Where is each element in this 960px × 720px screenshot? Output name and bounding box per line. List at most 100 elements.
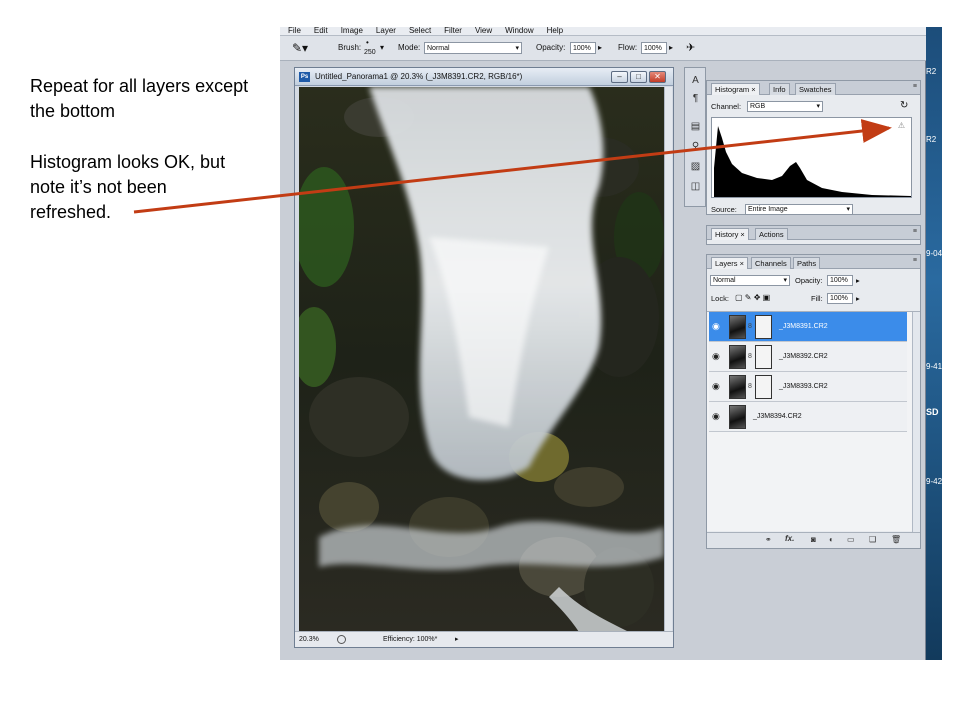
group-icon[interactable]: ▭: [847, 535, 855, 544]
link-icon[interactable]: ⚭: [765, 535, 772, 544]
layer-mask-thumbnail[interactable]: [755, 345, 772, 369]
clone-source-icon[interactable]: ⚲: [688, 140, 703, 154]
panel-menu-icon[interactable]: ≡: [913, 83, 917, 90]
tab-swatches[interactable]: Swatches: [795, 83, 836, 95]
document-title: Untitled_Panorama1 @ 20.3% (_J3M8391.CR2…: [315, 72, 523, 81]
lock-label: Lock:: [711, 294, 729, 303]
slide: Repeat for all layers except the bottom …: [0, 0, 960, 720]
warning-icon[interactable]: ⚠: [898, 121, 905, 130]
channel-label: Channel:: [711, 102, 742, 111]
trash-icon[interactable]: 🗑: [891, 535, 901, 544]
flow-arrow-icon[interactable]: ▸: [669, 43, 673, 52]
fill-arrow-icon[interactable]: ▸: [856, 294, 860, 303]
layer-row-1[interactable]: ◉ 8 _J3M8391.CR2: [709, 312, 907, 342]
layers-menu-icon[interactable]: ≡: [913, 257, 917, 264]
menu-file[interactable]: File: [288, 27, 301, 35]
tab-layers[interactable]: Layers ×: [711, 257, 748, 269]
tab-paths[interactable]: Paths: [793, 257, 821, 269]
flow-input[interactable]: 100%: [641, 42, 667, 54]
fx-icon[interactable]: fx.: [785, 534, 794, 543]
tab-info[interactable]: Info: [769, 83, 790, 95]
zoom-level[interactable]: 20.3%: [299, 632, 319, 647]
desktop-strip: R2 R2 9-04 9-41 SD 9-42: [926, 27, 942, 660]
vertical-scrollbar[interactable]: [664, 87, 672, 632]
lock-icons[interactable]: ▢ ✎ ✥ ▣: [735, 293, 770, 302]
history-menu-icon[interactable]: ≡: [913, 228, 917, 235]
photoshop-window: File Edit Image Layer Select Filter View Window…: [280, 27, 926, 660]
photoshop-doc-icon: Ps: [299, 72, 310, 82]
menu-filter[interactable]: Filter: [444, 27, 462, 35]
status-text: Efficiency: 100%*: [383, 636, 438, 643]
opacity-arrow-icon[interactable]: ▸: [598, 43, 602, 52]
chain-link-icon[interactable]: 8: [748, 323, 752, 330]
brushes-icon[interactable]: ▨: [688, 160, 703, 174]
layer-opacity-arrow-icon[interactable]: ▸: [856, 276, 860, 285]
adjustment-icon[interactable]: ◐: [829, 535, 834, 544]
layer-mask-thumbnail[interactable]: [755, 315, 772, 339]
flow-label: Flow:: [618, 43, 638, 52]
strip-label: SD: [926, 407, 939, 417]
status-info-icon[interactable]: [337, 635, 346, 644]
layer-opacity-input[interactable]: 100%: [827, 275, 853, 286]
menu-view[interactable]: View: [475, 27, 492, 35]
opacity-label: Opacity:: [536, 43, 566, 52]
layer-row-3[interactable]: ◉ 8 _J3M8393.CR2: [709, 372, 907, 402]
channel-select[interactable]: RGB: [747, 101, 823, 112]
status-bar: 20.3% Efficiency: 100%* ▸: [295, 631, 673, 647]
visibility-eye-icon[interactable]: ◉: [712, 411, 720, 422]
maximize-button[interactable]: □: [630, 71, 647, 83]
paragraph-icon[interactable]: ¶: [688, 92, 703, 106]
menu-select[interactable]: Select: [409, 27, 431, 35]
fill-input[interactable]: 100%: [827, 293, 853, 304]
layer-thumbnail: [729, 405, 746, 429]
document-title-bar[interactable]: Ps Untitled_Panorama1 @ 20.3% (_J3M8391.…: [295, 68, 673, 86]
character-icon[interactable]: A: [688, 74, 703, 88]
menu-image[interactable]: Image: [341, 27, 363, 35]
menu-bar: File Edit Image Layer Select Filter View Window…: [280, 27, 926, 36]
layer-row-4[interactable]: ◉ _J3M8394.CR2: [709, 402, 907, 432]
histogram-tabs: Histogram × Info Swatches ≡: [707, 81, 920, 95]
chain-link-icon[interactable]: 8: [748, 383, 752, 390]
navigator-icon[interactable]: ▤: [688, 120, 703, 134]
tab-history[interactable]: History ×: [711, 228, 749, 240]
brush-tool-icon[interactable]: ✎▾: [292, 41, 308, 55]
visibility-eye-icon[interactable]: ◉: [712, 381, 720, 392]
tool-presets-icon[interactable]: ◫: [688, 180, 703, 194]
strip-label: 9-42: [926, 477, 942, 486]
opacity-input[interactable]: 100%: [570, 42, 596, 54]
mode-select[interactable]: Normal: [424, 42, 522, 54]
refresh-icon[interactable]: ↻: [900, 100, 908, 111]
tab-channels[interactable]: Channels: [751, 257, 791, 269]
layer-name: _J3M8394.CR2: [753, 413, 802, 420]
document-window: Ps Untitled_Panorama1 @ 20.3% (_J3M8391.…: [294, 67, 674, 648]
mask-icon[interactable]: ◙: [811, 535, 816, 544]
layer-row-2[interactable]: ◉ 8 _J3M8392.CR2: [709, 342, 907, 372]
airbrush-icon[interactable]: ✈: [686, 41, 695, 54]
layer-mask-thumbnail[interactable]: [755, 375, 772, 399]
minimize-button[interactable]: –: [611, 71, 628, 83]
tab-actions[interactable]: Actions: [755, 228, 788, 240]
chain-link-icon[interactable]: 8: [748, 353, 752, 360]
menu-help[interactable]: Help: [547, 27, 563, 35]
visibility-eye-icon[interactable]: ◉: [712, 321, 720, 332]
source-select[interactable]: Entire Image: [745, 204, 853, 215]
layers-tabs: Layers × Channels Paths ≡: [707, 255, 920, 269]
visibility-eye-icon[interactable]: ◉: [712, 351, 720, 362]
menu-layer[interactable]: Layer: [376, 27, 396, 35]
layer-name: _J3M8392.CR2: [779, 353, 828, 360]
close-button[interactable]: ✕: [649, 71, 666, 83]
brush-preset-icon[interactable]: •: [366, 38, 369, 47]
new-layer-icon[interactable]: ❑: [869, 535, 876, 544]
blend-mode-select[interactable]: Normal: [710, 275, 790, 286]
status-arrow-icon[interactable]: ▸: [455, 632, 459, 647]
strip-label: R2: [926, 135, 937, 144]
brush-dropdown-icon[interactable]: ▾: [380, 43, 384, 52]
layers-scrollbar[interactable]: [912, 312, 920, 532]
menu-edit[interactable]: Edit: [314, 27, 328, 35]
layers-panel: Layers × Channels Paths ≡ Normal Opacity…: [706, 254, 921, 549]
tab-layers-label: Layers: [715, 259, 738, 268]
annotation-line-2: Histogram looks OK, but note it’s not be…: [30, 152, 226, 222]
tab-histogram[interactable]: Histogram ×: [711, 83, 760, 95]
menu-window[interactable]: Window: [505, 27, 533, 35]
image-canvas[interactable]: [299, 87, 664, 632]
